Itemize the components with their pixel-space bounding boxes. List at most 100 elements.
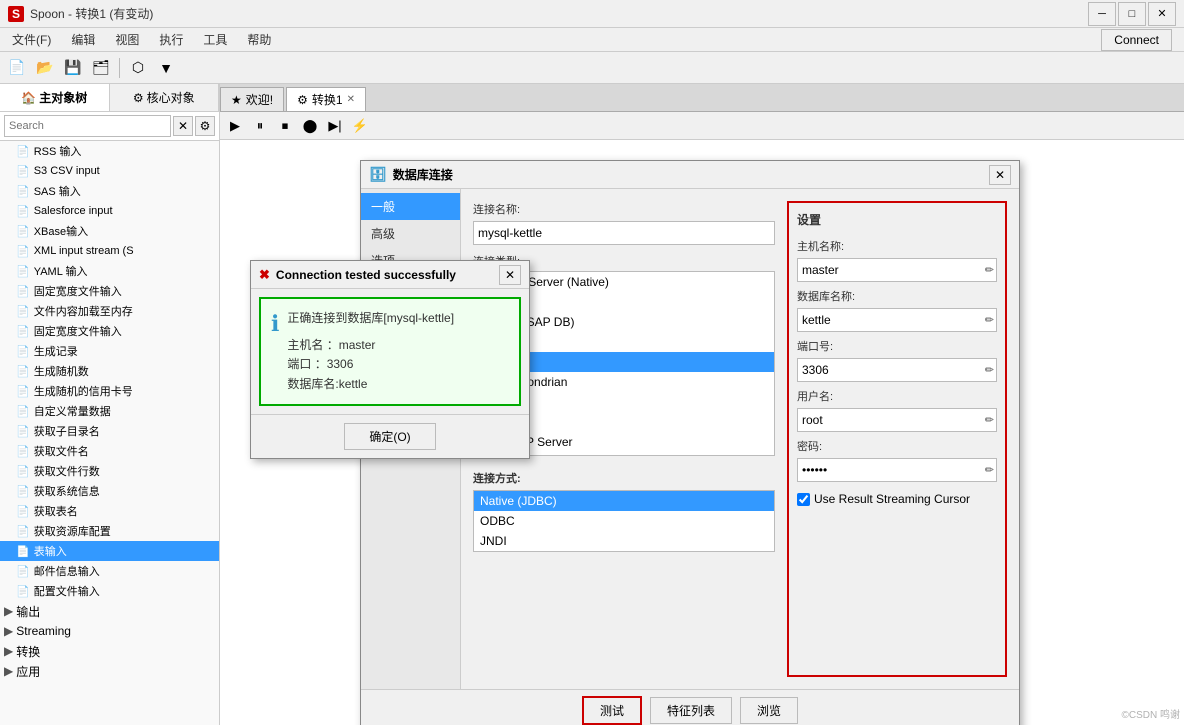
tree-item-salesforce[interactable]: 📄 Salesforce input (0, 201, 219, 221)
menu-view[interactable]: 视图 (107, 29, 147, 50)
conn-name-label: 连接名称: (473, 201, 775, 217)
streaming-checkbox-row: Use Result Streaming Cursor (797, 492, 997, 506)
s3csv-icon: 📄 (16, 165, 30, 178)
host-input[interactable] (797, 258, 997, 282)
info-icon: ℹ (271, 311, 279, 337)
tree-item-rss[interactable]: 📄 RSS 输入 (0, 141, 219, 161)
tree-item-getresource[interactable]: 📄 获取资源库配置 (0, 521, 219, 541)
tab-main-objects-icon: 🏠 (21, 91, 36, 105)
fast-button[interactable]: ⚡ (349, 115, 371, 137)
salesforce-icon: 📄 (16, 205, 30, 218)
password-input[interactable] (797, 458, 997, 482)
port-label: 端口号: (797, 338, 997, 354)
tree-item-getsysinfo[interactable]: 📄 获取系统信息 (0, 481, 219, 501)
test-button[interactable]: 测试 (582, 696, 642, 725)
tree-item-yaml[interactable]: 📄 YAML 输入 (0, 261, 219, 281)
db-input-icon: ✏ (985, 314, 994, 327)
tree-item-genrecord[interactable]: 📄 生成记录 (0, 341, 219, 361)
tree-group-streaming[interactable]: ▶ Streaming (0, 621, 219, 641)
dropdown-button[interactable]: ▼ (153, 55, 179, 81)
tree-item-genrandom[interactable]: 📄 生成随机数 (0, 361, 219, 381)
browse-button[interactable]: 浏览 (740, 697, 798, 724)
tree-item-xml[interactable]: 📄 XML input stream (S (0, 241, 219, 261)
success-title-icon: ✖ (259, 267, 270, 283)
rss-icon: 📄 (16, 145, 30, 158)
tree-item-s3csv[interactable]: 📄 S3 CSV input (0, 161, 219, 181)
tree-item-getfilerows[interactable]: 📄 获取文件行数 (0, 461, 219, 481)
tree-group-app[interactable]: ▶ 应用 (0, 661, 219, 681)
gencc-icon: 📄 (16, 385, 30, 398)
menu-help[interactable]: 帮助 (239, 29, 279, 50)
db-dialog-close-button[interactable]: ✕ (989, 165, 1011, 185)
run-toolbar: ▶ ⏸ ⏹ ⬤ ▶| ⚡ (220, 112, 1184, 140)
connmethod-jndi[interactable]: JNDI (474, 531, 774, 551)
tab-transform1-icon: ⚙ (297, 93, 308, 107)
pause-button[interactable]: ⏸ (249, 115, 271, 137)
tree-group-output[interactable]: ▶ 输出 (0, 601, 219, 621)
saveas-button[interactable]: 🗂 (88, 55, 114, 81)
tab-core-objects[interactable]: ⚙ 核心对象 (110, 84, 220, 111)
run-button[interactable]: ▶ (224, 115, 246, 137)
search-options-button[interactable]: ⚙ (195, 116, 215, 136)
tree-item-fixedwidth[interactable]: 📄 固定宽度文件输入 (0, 281, 219, 301)
tree-item-mailinput[interactable]: 📄 邮件信息输入 (0, 561, 219, 581)
tree-item-fixedwidth2[interactable]: 📄 固定宽度文件输入 (0, 321, 219, 341)
search-input[interactable] (4, 115, 171, 137)
app-title: Spoon - 转换1 (有变动) (30, 5, 153, 22)
tab-main-objects[interactable]: 🏠 主对象树 (0, 84, 110, 111)
nav-general[interactable]: 一般 (361, 193, 460, 220)
tree-container: 📄 RSS 输入 📄 S3 CSV input 📄 SAS 输入 📄 Sales… (0, 141, 219, 725)
success-dialog-close[interactable]: ✕ (499, 265, 521, 285)
filecontent-icon: 📄 (16, 305, 30, 318)
tree-item-xbase[interactable]: 📄 XBase输入 (0, 221, 219, 241)
configinput-icon: 📄 (16, 585, 30, 598)
tree-item-configinput[interactable]: 📄 配置文件输入 (0, 581, 219, 601)
connect-button[interactable]: Connect (1101, 29, 1172, 51)
db-dialog-icon: 🗄 (369, 166, 387, 183)
tab-transform1[interactable]: ⚙ 转换1 ✕ (286, 87, 366, 111)
connmethod-odbc[interactable]: ODBC (474, 511, 774, 531)
tree-item-getsubdir[interactable]: 📄 获取子目录名 (0, 421, 219, 441)
nav-advanced[interactable]: 高级 (361, 220, 460, 247)
conn-name-input[interactable] (473, 221, 775, 245)
xbase-icon: 📄 (16, 225, 30, 238)
watermark: ©CSDN 鸣谢 (1122, 706, 1180, 721)
tab-welcome[interactable]: ★ 欢迎! (220, 87, 284, 111)
port-input[interactable] (797, 358, 997, 382)
tree-item-gencc[interactable]: 📄 生成随机的信用卡号 (0, 381, 219, 401)
menu-run[interactable]: 执行 (151, 29, 191, 50)
minimize-button[interactable]: ─ (1088, 2, 1116, 26)
tree-item-customconst[interactable]: 📄 自定义常量数据 (0, 401, 219, 421)
menu-file[interactable]: 文件(F) (4, 29, 59, 50)
tree-group-transform[interactable]: ▶ 转换 (0, 641, 219, 661)
db-settings-column: 设置 主机名称: ✏ 数据库名称: (787, 201, 1007, 677)
feature-list-button[interactable]: 特征列表 (650, 697, 732, 724)
success-host: 主机名 ：master (287, 336, 454, 355)
tree-item-tableinput[interactable]: 📄 表输入 (0, 541, 219, 561)
search-clear-button[interactable]: ✕ (173, 116, 193, 136)
user-input[interactable] (797, 408, 997, 432)
maximize-button[interactable]: □ (1118, 2, 1146, 26)
getresource-icon: 📄 (16, 525, 30, 538)
open-button[interactable]: 📂 (32, 55, 58, 81)
tree-item-getfilename[interactable]: 📄 获取文件名 (0, 441, 219, 461)
preview-button[interactable]: ▶| (324, 115, 346, 137)
tab-transform1-close[interactable]: ✕ (347, 94, 355, 105)
stop-button[interactable]: ⏹ (274, 115, 296, 137)
ok-button[interactable]: 确定(O) (344, 423, 435, 450)
tree-item-sas[interactable]: 📄 SAS 输入 (0, 181, 219, 201)
menu-edit[interactable]: 编辑 (63, 29, 103, 50)
record-button[interactable]: ⬤ (299, 115, 321, 137)
db-input[interactable] (797, 308, 997, 332)
tree-item-gettablename[interactable]: 📄 获取表名 (0, 501, 219, 521)
close-button[interactable]: ✕ (1148, 2, 1176, 26)
connmethod-jdbc[interactable]: Native (JDBC) (474, 491, 774, 511)
streaming-checkbox[interactable] (797, 493, 810, 506)
tree-item-filecontent[interactable]: 📄 文件内容加载至内存 (0, 301, 219, 321)
save-button[interactable]: 💾 (60, 55, 86, 81)
new-button[interactable]: 📄 (4, 55, 30, 81)
conn-method-list[interactable]: Native (JDBC) ODBC JNDI (473, 490, 775, 552)
menu-tools[interactable]: 工具 (195, 29, 235, 50)
git-button[interactable]: ⬡ (125, 55, 151, 81)
host-row: 主机名称: ✏ (797, 238, 997, 282)
